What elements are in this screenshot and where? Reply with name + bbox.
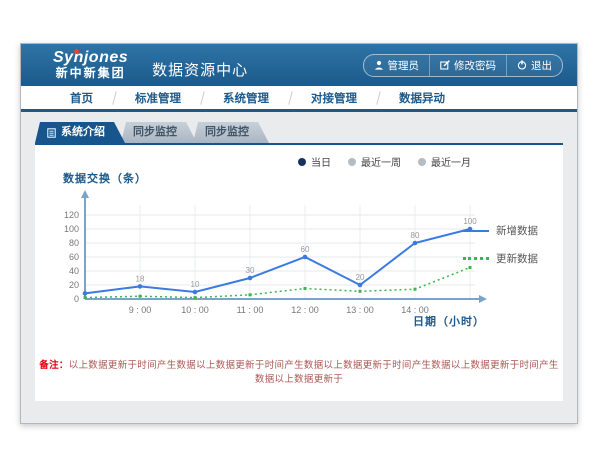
radio-unselected-icon	[348, 158, 356, 166]
svg-text:80: 80	[411, 231, 420, 240]
svg-text:13 : 00: 13 : 00	[346, 305, 374, 315]
legend-updated-data[interactable]: 更新数据	[463, 251, 547, 266]
legend-label: 新增数据	[496, 223, 538, 238]
app-window: Synjones 新中新集团 数据资源中心 管理员 修改密码	[20, 43, 578, 424]
filter-last-month[interactable]: 最近一月	[418, 154, 471, 169]
user-icon	[374, 60, 384, 70]
green-dotted-line-sample	[463, 257, 489, 260]
blue-line-sample	[463, 230, 489, 232]
radio-selected-icon	[298, 158, 306, 166]
legend-new-data[interactable]: 新增数据	[463, 223, 547, 238]
tab-sync-monitor-1[interactable]: 同步监控	[121, 122, 197, 143]
svg-text:9 : 00: 9 : 00	[129, 305, 152, 315]
svg-text:40: 40	[69, 266, 79, 276]
x-axis-title: 日期（小时）	[413, 313, 485, 329]
svg-text:60: 60	[301, 245, 310, 254]
nav-item-standard-mgmt[interactable]: 标准管理	[114, 86, 202, 110]
nav-item-home[interactable]: 首页	[49, 86, 114, 110]
change-password-button[interactable]: 修改密码	[429, 55, 506, 76]
svg-text:120: 120	[64, 210, 79, 220]
chart-canvas: 0 20 40 60 80 100 120 9 : 00 10 : 00 11 : 00 12 : …	[51, 187, 491, 319]
time-range-filters: 当日 最近一周 最近一月	[298, 154, 471, 169]
svg-text:11 : 00: 11 : 00	[237, 305, 264, 315]
change-password-label: 修改密码	[454, 58, 496, 73]
footnote-text: 以上数据更新于时间产生数据以上数据更新于时间产生数据以上数据更新于时间产生数据以…	[69, 360, 559, 385]
tab-label: 同步监控	[133, 122, 177, 143]
logout-button[interactable]: 退出	[506, 55, 562, 76]
series-legend: 新增数据 更新数据	[463, 223, 547, 279]
svg-text:10: 10	[191, 280, 200, 289]
edit-icon	[440, 60, 450, 70]
legend-label: 更新数据	[496, 251, 538, 266]
filter-today[interactable]: 当日	[298, 154, 331, 169]
svg-text:0: 0	[74, 294, 79, 304]
y-axis-title: 数据交换（条）	[63, 170, 147, 186]
svg-text:20: 20	[356, 273, 365, 282]
svg-text:18: 18	[136, 274, 145, 283]
user-action-bar: 管理员 修改密码 退出	[363, 54, 564, 77]
filter-label: 最近一周	[361, 154, 401, 169]
filter-label: 当日	[311, 154, 331, 169]
svg-text:60: 60	[69, 252, 79, 262]
tab-bar: 系统介绍 同步监控 同步监控	[35, 122, 563, 143]
document-icon	[47, 128, 56, 138]
svg-text:20: 20	[69, 280, 79, 290]
main-nav: 首页 标准管理 系统管理 对接管理 数据异动	[21, 86, 577, 112]
filter-last-week[interactable]: 最近一周	[348, 154, 401, 169]
svg-text:10 : 00: 10 : 00	[181, 305, 209, 315]
app-header: Synjones 新中新集团 数据资源中心 管理员 修改密码	[21, 44, 577, 86]
line-chart: 0 20 40 60 80 100 120 9 : 00 10 : 00 11 : 00 12 : …	[51, 187, 491, 324]
footnote-label: 备注：	[39, 360, 68, 371]
logout-icon	[517, 60, 527, 70]
content-area: 系统介绍 同步监控 同步监控 当日 最近一周	[21, 112, 577, 401]
tab-label: 同步监控	[205, 122, 249, 143]
svg-text:100: 100	[64, 224, 79, 234]
nav-item-interface-mgmt[interactable]: 对接管理	[290, 86, 378, 110]
svg-text:30: 30	[246, 266, 255, 275]
page-title: 数据资源中心	[152, 51, 248, 80]
company-logo[interactable]: Synjones 新中新集团	[53, 50, 128, 79]
tab-sync-monitor-2[interactable]: 同步监控	[193, 122, 269, 143]
chart-panel: 当日 最近一周 最近一月 数据交换（条） 0 20 40 60 80 100 120 9 : …	[35, 143, 563, 401]
current-user-button[interactable]: 管理员	[364, 55, 430, 76]
radio-unselected-icon	[418, 158, 426, 166]
logout-label: 退出	[531, 58, 552, 73]
logo-company-name: Synjones	[53, 50, 128, 67]
footnote: 备注：以上数据更新于时间产生数据以上数据更新于时间产生数据以上数据更新于时间产生…	[35, 357, 563, 385]
tab-label: 系统介绍	[61, 122, 105, 143]
filter-label: 最近一月	[431, 154, 471, 169]
nav-item-system-mgmt[interactable]: 系统管理	[202, 86, 290, 110]
tab-system-intro[interactable]: 系统介绍	[35, 122, 125, 143]
logo-group-name: 新中新集团	[53, 67, 128, 80]
svg-text:12 : 00: 12 : 00	[291, 305, 319, 315]
nav-item-data-change[interactable]: 数据异动	[378, 86, 466, 110]
user-label: 管理员	[388, 58, 420, 73]
svg-text:80: 80	[69, 238, 79, 248]
